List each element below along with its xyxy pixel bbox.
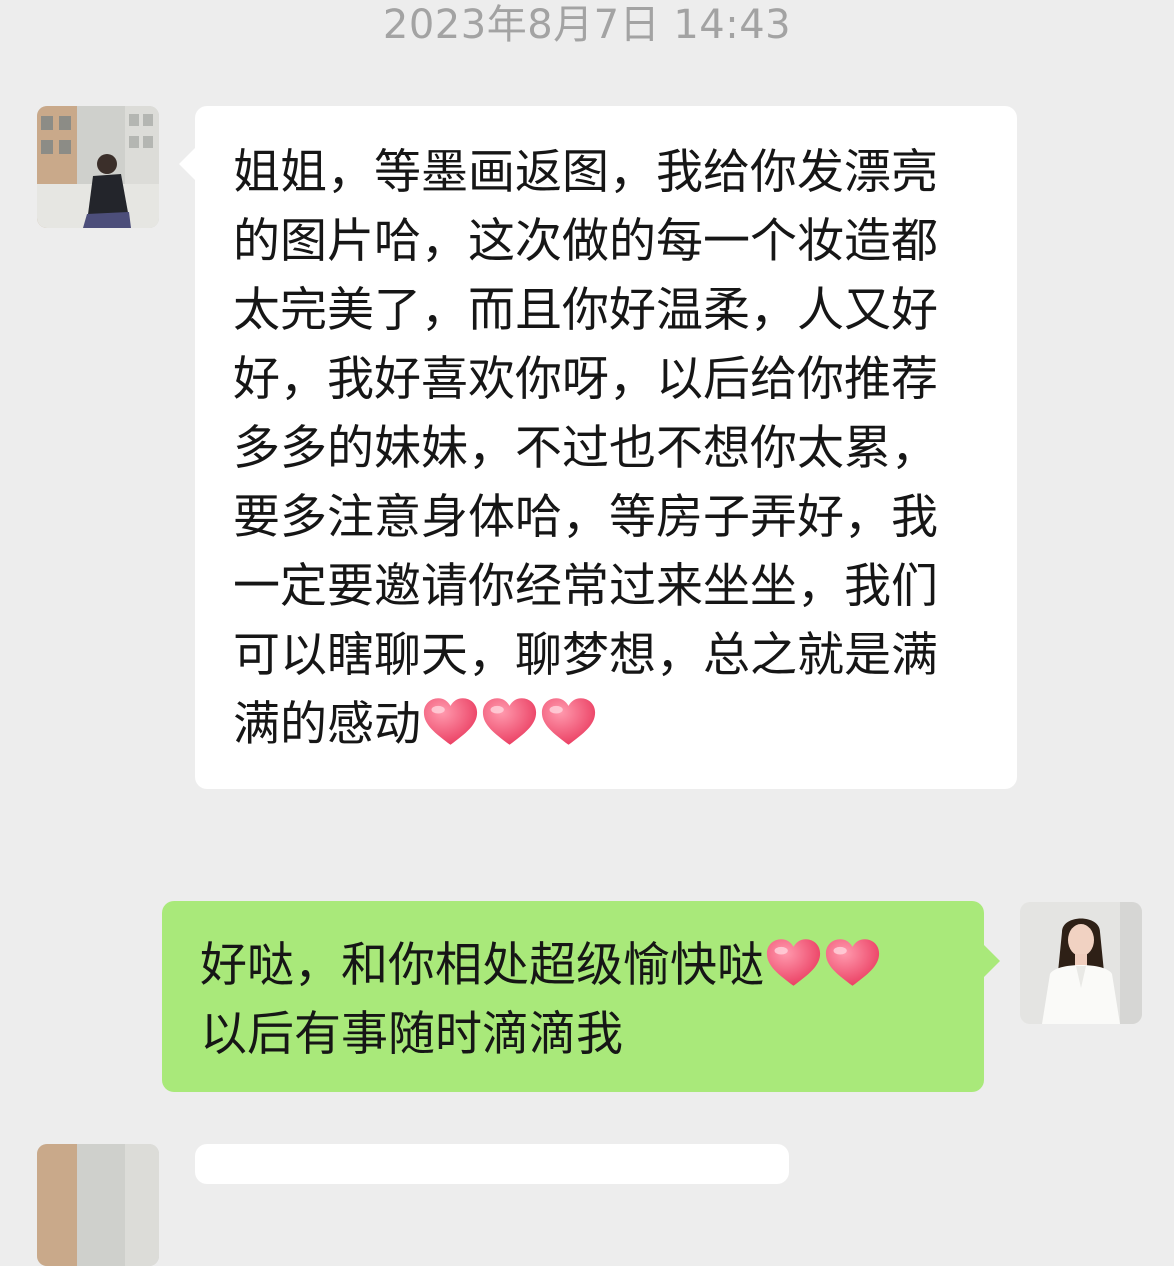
incoming-message-bubble-partial[interactable] [195,1144,789,1184]
contact-avatar[interactable] [37,1144,159,1266]
heart-emoji-icon [481,697,538,747]
message-text: 姐姐，等墨画返图，我给你发漂亮的图片哈，这次做的每一个妆造都太完美了，而且你好温… [233,145,938,752]
my-avatar[interactable] [1020,902,1142,1024]
contact-avatar-photo [37,106,159,228]
contact-avatar-photo [37,1144,159,1266]
message-line-1: 好哒，和你相处超级愉快哒 [200,938,764,993]
heart-emoji-icon [540,697,597,747]
bubble-tail [984,945,1000,977]
heart-emoji-icon [824,938,881,988]
bubble-tail [179,148,195,180]
contact-avatar[interactable] [37,106,159,228]
incoming-message-bubble[interactable]: 姐姐，等墨画返图，我给你发漂亮的图片哈，这次做的每一个妆造都太完美了，而且你好温… [179,106,1017,789]
message-text: 好哒，和你相处超级愉快哒 以后有事随时滴滴我 [200,931,948,1069]
heart-emoji-icon [765,938,822,988]
message-line-2: 以后有事随时滴滴我 [200,1007,623,1062]
outgoing-message-bubble[interactable]: 好哒，和你相处超级愉快哒 以后有事随时滴滴我 [162,901,1000,1092]
heart-emoji-icon [422,697,479,747]
chat-timestamp: 2023年8月7日 14:43 [382,2,792,48]
my-avatar-photo [1020,902,1142,1024]
